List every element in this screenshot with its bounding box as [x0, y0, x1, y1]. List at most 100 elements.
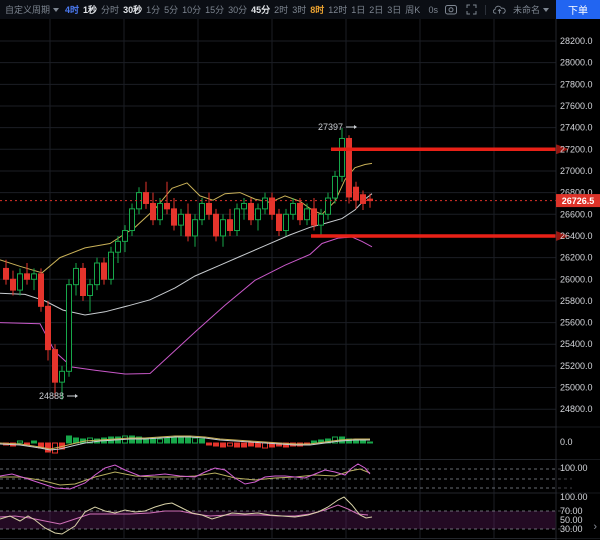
svg-text:27200.0: 27200.0 [560, 144, 593, 154]
candle [39, 274, 44, 306]
fullscreen-icon[interactable] [465, 3, 478, 16]
period-3日[interactable]: 3日 [387, 3, 401, 16]
svg-text:100.00: 100.00 [560, 463, 588, 473]
candle [305, 209, 310, 220]
period-buttons: 4时 1秒分时 30秒 1分 5分 10分 15分 30分 45分 2时 3时 8时 12时 1日 2日 3日… [65, 3, 420, 16]
period-15分[interactable]: 15分 [205, 3, 224, 16]
svg-text:28000.0: 28000.0 [560, 58, 593, 68]
period-5分[interactable]: 5分 [164, 3, 178, 16]
candle [319, 214, 324, 225]
svg-text:24888: 24888 [39, 391, 64, 401]
candle [130, 209, 135, 231]
svg-text:24800.0: 24800.0 [560, 404, 593, 414]
period-周K[interactable]: 周K [405, 3, 420, 16]
candle [4, 268, 9, 279]
svg-text:27600.0: 27600.0 [560, 101, 593, 111]
candle [88, 285, 93, 296]
last-price-tag: 26726.5 [556, 194, 600, 207]
chevron-down-icon [53, 8, 59, 12]
period-45分[interactable]: 45分 [251, 3, 270, 16]
divider [485, 5, 486, 15]
custom-period-menu[interactable]: 自定义周期 [0, 3, 65, 16]
candle [25, 274, 30, 279]
svg-text:26400.0: 26400.0 [560, 231, 593, 241]
candle [32, 274, 37, 279]
candle [354, 187, 359, 200]
period-30秒[interactable]: 30秒 [123, 3, 142, 16]
candle [151, 203, 156, 219]
candle [109, 252, 114, 279]
svg-text:25600.0: 25600.0 [560, 318, 593, 328]
candle [207, 203, 212, 214]
toolbar-right: 0s 未命名 下单 [428, 0, 600, 19]
candle [158, 203, 163, 219]
svg-text:25000.0: 25000.0 [560, 383, 593, 393]
candle [242, 203, 247, 208]
candle [256, 209, 261, 220]
candle [123, 231, 128, 242]
candle [81, 268, 86, 295]
candle [186, 214, 191, 236]
period-1分[interactable]: 1分 [146, 3, 160, 16]
candle [144, 193, 149, 204]
svg-text:26000.0: 26000.0 [560, 274, 593, 284]
panel-expand-button[interactable]: › [591, 520, 599, 534]
svg-text:100.00: 100.00 [560, 492, 588, 502]
workspace-label: 未命名 [513, 3, 540, 16]
candle [298, 203, 303, 219]
candle [284, 214, 289, 230]
main-chart[interactable]: 273972488828200.028000.027800.027600.027… [0, 0, 600, 540]
period-10分[interactable]: 10分 [182, 3, 201, 16]
svg-text:0.0: 0.0 [560, 437, 573, 447]
period-2时[interactable]: 2时 [274, 3, 288, 16]
svg-text:27800.0: 27800.0 [560, 79, 593, 89]
candle [333, 176, 338, 198]
svg-text:27000.0: 27000.0 [560, 166, 593, 176]
svg-text:26200.0: 26200.0 [560, 253, 593, 263]
candle [340, 138, 345, 176]
candle [228, 220, 233, 231]
period-8时[interactable]: 8时 [310, 3, 324, 16]
place-order-button[interactable]: 下单 [556, 0, 600, 19]
svg-text:26726.5: 26726.5 [562, 196, 595, 206]
custom-period-label: 自定义周期 [5, 3, 50, 16]
period-1日[interactable]: 1日 [351, 3, 365, 16]
svg-text:30.00: 30.00 [560, 524, 583, 534]
candle [67, 285, 72, 372]
screenshot-icon[interactable] [445, 3, 458, 16]
candle [179, 214, 184, 225]
period-12时[interactable]: 12时 [328, 3, 347, 16]
toolbar: 自定义周期 4时 1秒分时 30秒 1分 5分 10分 15分 30分 45分 2时 3时 8时 12时… [0, 0, 600, 19]
svg-text:27397: 27397 [318, 122, 343, 132]
period-4时[interactable]: 4时 [65, 3, 79, 16]
candle [291, 203, 296, 214]
svg-text:26600.0: 26600.0 [560, 209, 593, 219]
candle [11, 279, 16, 290]
candle [74, 268, 79, 284]
candle [347, 138, 352, 196]
period-30分[interactable]: 30分 [228, 3, 247, 16]
period-分时[interactable]: 分时 [101, 3, 119, 16]
candle [172, 209, 177, 225]
period-1秒[interactable]: 1秒 [83, 3, 97, 16]
period-2日[interactable]: 2日 [369, 3, 383, 16]
candle [214, 214, 219, 236]
candle [95, 263, 100, 285]
candle [235, 209, 240, 231]
svg-text:25400.0: 25400.0 [560, 339, 593, 349]
candle [249, 203, 254, 219]
period-3时[interactable]: 3时 [292, 3, 306, 16]
candle [165, 203, 170, 208]
candle [193, 220, 198, 236]
candle [60, 371, 65, 382]
chevron-down-icon [543, 8, 549, 12]
candle [263, 198, 268, 209]
price-axis[interactable]: 28200.028000.027800.027600.027400.027200… [556, 19, 600, 540]
candle [46, 306, 51, 349]
candle [221, 220, 226, 236]
workspace-name[interactable]: 未命名 [513, 3, 549, 16]
svg-text:27400.0: 27400.0 [560, 123, 593, 133]
svg-text:25200.0: 25200.0 [560, 361, 593, 371]
candle [200, 203, 205, 219]
cloud-save-icon[interactable] [493, 3, 506, 16]
